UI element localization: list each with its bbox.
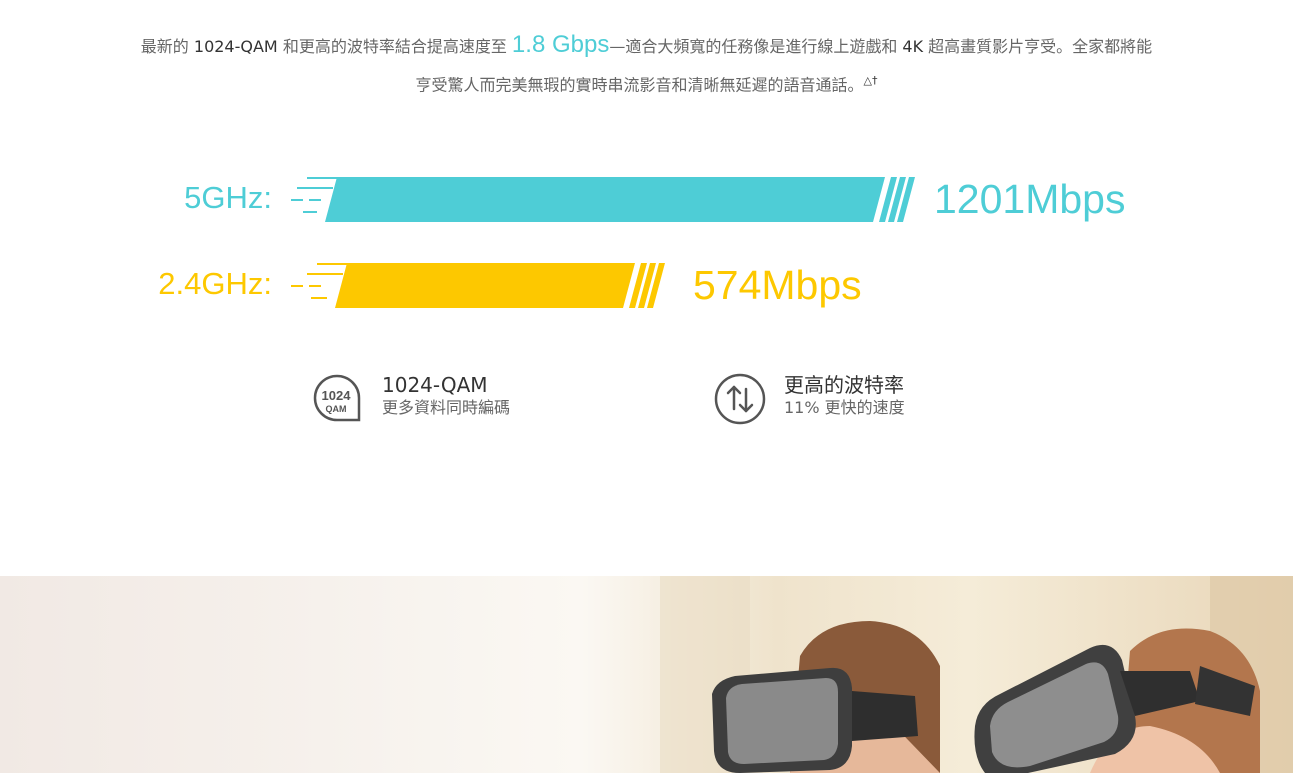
speed-bar-2-4ghz	[291, 263, 665, 308]
bar-fill-2-4ghz	[335, 263, 635, 308]
intro-footnote-mark: △†	[863, 74, 878, 87]
feature-subtitle-baud: 11% 更快的速度	[784, 398, 905, 417]
intro-text-2: 和更高的波特率結合提高速度至	[277, 37, 512, 56]
feature-title-baud: 更高的波特率	[784, 373, 904, 397]
up-down-arrows-icon	[714, 373, 766, 425]
qam-icon-number: 1024	[322, 388, 352, 403]
band-label-2-4ghz: 2.4GHz:	[158, 266, 272, 301]
speed-value-5ghz: 1201Mbps	[934, 176, 1126, 222]
feature-baud-rate: 更高的波特率 11% 更快的速度	[714, 373, 905, 425]
feature-1024-qam: 1024 QAM 1024-QAM 更多資料同時編碼	[312, 373, 510, 423]
intro-highlight-speed: 1.8 Gbps	[511, 31, 610, 58]
intro-qam: 1024-QAM	[193, 37, 278, 56]
intro-paragraph: 最新的 1024-QAM 和更高的波特率結合提高速度至 1.8 Gbps—適合大…	[140, 28, 1153, 102]
speed-bar-5ghz	[291, 177, 915, 222]
bar-fill-5ghz	[325, 177, 885, 222]
speed-lines-icon	[291, 263, 347, 299]
intro-text-1: 最新的	[140, 37, 194, 56]
speed-value-2-4ghz: 574Mbps	[693, 262, 862, 308]
bar-slashes-2-4ghz	[629, 263, 665, 308]
intro-text-3: —適合大頻寬的任務像是進行線上遊戲和	[609, 37, 903, 56]
band-label-5ghz: 5GHz:	[184, 180, 272, 215]
vr-headsets-photo	[0, 576, 1293, 773]
qam-icon-text: QAM	[326, 404, 347, 414]
feature-subtitle-qam: 更多資料同時編碼	[382, 398, 511, 417]
bar-slashes-5ghz	[879, 177, 915, 222]
intro-4k: 4K	[902, 37, 924, 56]
feature-title-qam: 1024-QAM	[382, 373, 488, 397]
qam-1024-icon: 1024 QAM	[312, 373, 362, 423]
